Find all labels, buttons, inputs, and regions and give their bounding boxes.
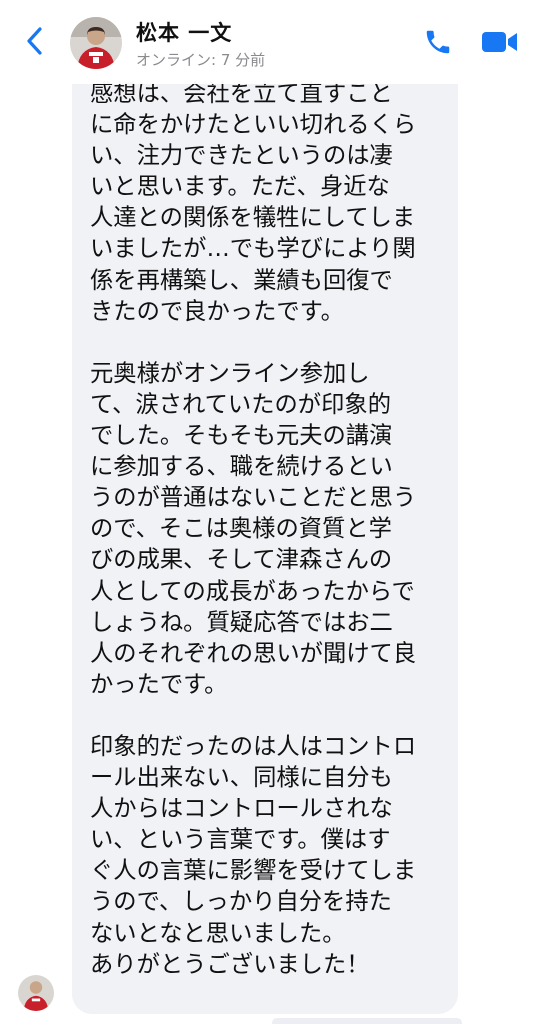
contact-status: オンライン: 7 分前 [136,51,266,69]
video-call-button[interactable] [479,26,521,62]
sender-avatar[interactable] [18,975,54,1011]
next-message-bubble-edge [272,1018,462,1024]
message-paragraph-2: 元奥様がオンライン参加し て、涙されていたのが印象的 でした。そもそも元夫の講演… [90,359,417,698]
phone-icon [423,27,453,61]
chevron-left-icon [25,26,45,60]
messenger-chat-screen: 感想は、会社を立て直すこと に命をかけたといい切れるくら い、注力できたというの… [0,0,548,1024]
message-paragraph-3: 印象的だったのは人はコントロ ール出来ない、同様に自分も 人からはコントロールさ… [90,732,417,978]
message-bubble[interactable]: 感想は、会社を立て直すこと に命をかけたといい切れるくら い、注力できたというの… [72,70,458,1014]
video-camera-icon [481,28,519,60]
message-paragraph-1: 感想は、会社を立て直すこと に命をかけたといい切れるくら い、注力できたというの… [90,80,417,325]
chat-header: 松本 一文 オンライン: 7 分前 [0,0,548,84]
back-button[interactable] [18,26,52,60]
contact-name[interactable]: 松本 一文 [136,17,232,47]
contact-avatar[interactable] [70,17,122,69]
voice-call-button[interactable] [420,26,456,62]
